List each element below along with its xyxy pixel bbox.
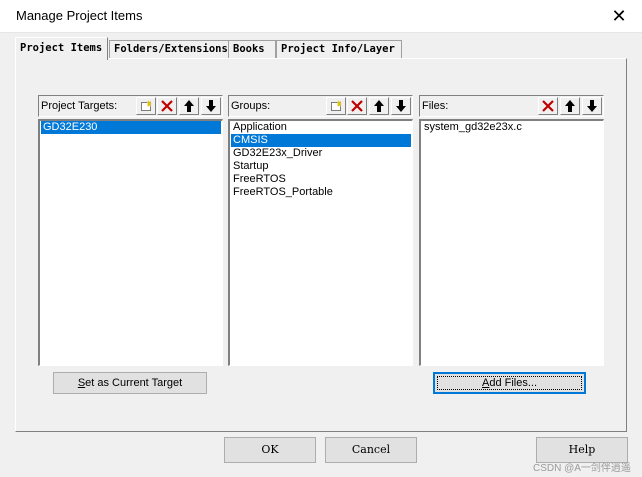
- delete-group-button[interactable]: [347, 97, 367, 115]
- delete-icon: [542, 100, 554, 112]
- tab-folders-extensions[interactable]: Folders/Extensions: [109, 40, 230, 58]
- new-group-button[interactable]: [326, 97, 346, 115]
- move-up-icon: [374, 100, 384, 112]
- project-targets-label: Project Targets:: [41, 100, 118, 112]
- tab-books[interactable]: Books: [228, 40, 276, 58]
- files-label: Files:: [422, 100, 449, 112]
- list-item[interactable]: Startup: [231, 160, 411, 173]
- files-list[interactable]: system_gd32e23x.c: [419, 119, 604, 366]
- tab-label: Project Items: [20, 42, 103, 54]
- move-file-down-button[interactable]: [582, 97, 602, 115]
- project-targets-group: Project Targets: GD32E230: [38, 95, 223, 366]
- watermark: CSDN @A一剑伴逍遥: [533, 463, 631, 474]
- new-item-icon: [331, 100, 342, 111]
- list-item[interactable]: GD32E23x_Driver: [231, 147, 411, 160]
- groups-group: Groups: Application CMSIS GD32E23x_Drive…: [228, 95, 413, 366]
- project-targets-list[interactable]: GD32E230: [38, 119, 223, 366]
- ok-button[interactable]: OK: [224, 437, 316, 463]
- move-up-icon: [184, 100, 194, 112]
- move-target-up-button[interactable]: [179, 97, 199, 115]
- tab-label: Folders/Extensions: [114, 43, 228, 55]
- delete-icon: [351, 100, 363, 112]
- move-file-up-button[interactable]: [560, 97, 580, 115]
- cancel-button[interactable]: Cancel: [325, 437, 417, 463]
- focus-rect: [437, 376, 582, 390]
- list-item[interactable]: GD32E230: [41, 121, 221, 134]
- window-title: Manage Project Items: [16, 8, 143, 23]
- move-down-icon: [587, 100, 597, 112]
- delete-file-button[interactable]: [538, 97, 558, 115]
- tab-project-items[interactable]: Project Items: [15, 37, 108, 60]
- delete-target-button[interactable]: [157, 97, 177, 115]
- move-group-down-button[interactable]: [391, 97, 411, 115]
- list-item[interactable]: CMSIS: [231, 134, 411, 147]
- groups-label: Groups:: [231, 100, 271, 112]
- files-header: Files:: [419, 95, 604, 117]
- move-group-up-button[interactable]: [369, 97, 389, 115]
- groups-list[interactable]: Application CMSIS GD32E23x_Driver Startu…: [228, 119, 413, 366]
- new-target-button[interactable]: [136, 97, 156, 115]
- set-as-current-target-button[interactable]: Set as Current Target: [53, 372, 207, 394]
- tab-label: Books: [233, 43, 265, 55]
- close-icon[interactable]: ✕: [604, 2, 634, 30]
- add-files-button[interactable]: Add Files...: [433, 372, 586, 394]
- groups-header: Groups:: [228, 95, 413, 117]
- set-current-label-rest: et as Current Target: [85, 377, 183, 389]
- move-up-icon: [565, 100, 575, 112]
- new-item-icon: [141, 100, 152, 111]
- move-down-icon: [206, 100, 216, 112]
- move-down-icon: [396, 100, 406, 112]
- files-group: Files: system_gd32e23x.c: [419, 95, 604, 366]
- list-item[interactable]: FreeRTOS_Portable: [231, 186, 411, 199]
- tab-label: Project Info/Layer: [281, 43, 395, 55]
- tab-project-info-layer[interactable]: Project Info/Layer: [276, 40, 402, 58]
- list-item[interactable]: system_gd32e23x.c: [422, 121, 602, 134]
- list-item[interactable]: FreeRTOS: [231, 173, 411, 186]
- title-bar: Manage Project Items ✕: [0, 0, 642, 33]
- project-targets-header: Project Targets:: [38, 95, 223, 117]
- move-target-down-button[interactable]: [201, 97, 221, 115]
- tab-panel: Project Targets: GD32E230 Groups: Applic…: [15, 58, 627, 432]
- delete-icon: [161, 100, 173, 112]
- list-item[interactable]: Application: [231, 121, 411, 134]
